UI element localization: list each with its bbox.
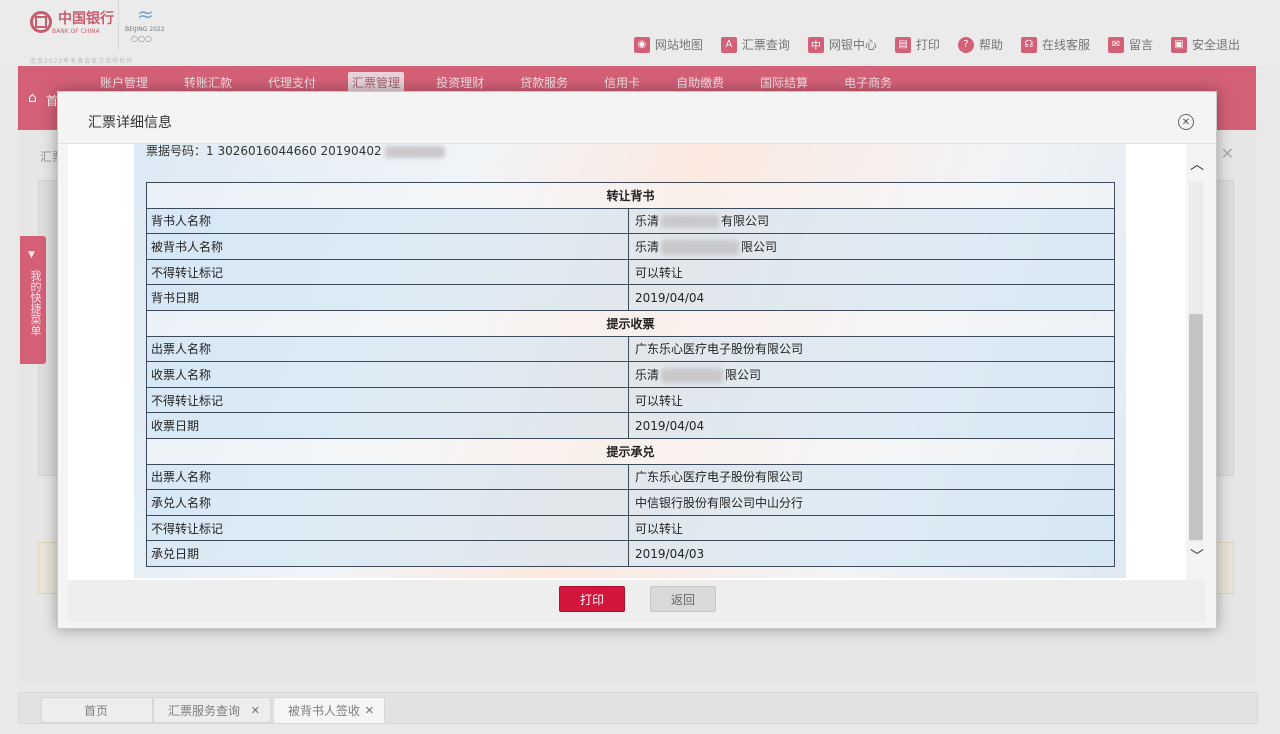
dialog-close-icon[interactable]: ✕ <box>1178 114 1194 130</box>
dialog-body: 票据号码：1 3026016044660 20190402 转让背书 背书人名称… <box>68 144 1206 580</box>
dialog-footer: 打印 返回 <box>68 580 1206 622</box>
dialog-scrollbar[interactable]: ︿ ﹀ <box>1186 144 1208 580</box>
dialog-title: 汇票详细信息 <box>88 115 172 131</box>
row-label: 出票人名称 <box>146 335 629 363</box>
row-value: 可以转让 <box>628 258 1115 286</box>
row-value: 可以转让 <box>628 386 1115 414</box>
table-row: 不得转让标记 可以转让 <box>146 258 1115 286</box>
table-row: 出票人名称 广东乐心医疗电子股份有限公司 <box>146 463 1115 491</box>
print-button[interactable]: 打印 <box>559 586 625 612</box>
table-row: 出票人名称 广东乐心医疗电子股份有限公司 <box>146 335 1115 363</box>
scroll-thumb[interactable] <box>1189 314 1203 540</box>
row-label: 出票人名称 <box>146 463 629 491</box>
section-title: 转让背书 <box>146 182 1115 209</box>
row-label: 不得转让标记 <box>146 514 629 542</box>
section-title: 提示收票 <box>146 309 1115 337</box>
section-title: 提示承兑 <box>146 437 1115 465</box>
table-row: 背书人名称 乐清 有限公司 <box>146 207 1115 235</box>
row-label: 背书人名称 <box>146 207 629 235</box>
blurred-text <box>385 145 446 158</box>
row-label: 收票人名称 <box>146 361 629 388</box>
table-row: 承兑日期 2019/04/03 <box>146 540 1115 567</box>
row-value: 乐清 限公司 <box>628 361 1115 388</box>
table-row: 收票人名称 乐清 限公司 <box>146 361 1115 388</box>
row-value: 可以转让 <box>628 514 1115 542</box>
row-value: 乐清 有限公司 <box>628 207 1115 235</box>
chevron-up-icon[interactable]: ︿ <box>1190 154 1204 174</box>
dialog-header: 汇票详细信息 ✕ <box>58 92 1216 144</box>
bill-detail-dialog: 汇票详细信息 ✕ 票据号码：1 3026016044660 20190402 转… <box>57 91 1217 629</box>
bill-detail-table: 转让背书 背书人名称 乐清 有限公司 被背书人名称 乐清 限公司 不得转让标记 可以… <box>146 182 1115 567</box>
bill-number-line: 票据号码：1 3026016044660 20190402 <box>146 144 446 159</box>
row-value: 2019/04/03 <box>628 540 1115 567</box>
row-label: 承兑人名称 <box>146 489 629 516</box>
row-value: 广东乐心医疗电子股份有限公司 <box>628 335 1115 363</box>
table-row: 被背书人名称 乐清 限公司 <box>146 233 1115 260</box>
table-row: 不得转让标记 可以转让 <box>146 514 1115 542</box>
back-button[interactable]: 返回 <box>650 586 716 612</box>
row-label: 不得转让标记 <box>146 386 629 414</box>
row-value: 中信银行股份有限公司中山分行 <box>628 489 1115 516</box>
row-label: 承兑日期 <box>146 540 629 567</box>
table-row: 收票日期 2019/04/04 <box>146 412 1115 439</box>
table-row: 背书日期 2019/04/04 <box>146 284 1115 311</box>
table-row: 不得转让标记 可以转让 <box>146 386 1115 414</box>
row-value: 2019/04/04 <box>628 284 1115 311</box>
table-row: 承兑人名称 中信银行股份有限公司中山分行 <box>146 489 1115 516</box>
row-label: 被背书人名称 <box>146 233 629 260</box>
row-label: 背书日期 <box>146 284 629 311</box>
row-value: 2019/04/04 <box>628 412 1115 439</box>
row-value: 乐清 限公司 <box>628 233 1115 260</box>
chevron-down-icon[interactable]: ﹀ <box>1190 546 1204 566</box>
row-label: 不得转让标记 <box>146 258 629 286</box>
row-value: 广东乐心医疗电子股份有限公司 <box>628 463 1115 491</box>
row-label: 收票日期 <box>146 412 629 439</box>
